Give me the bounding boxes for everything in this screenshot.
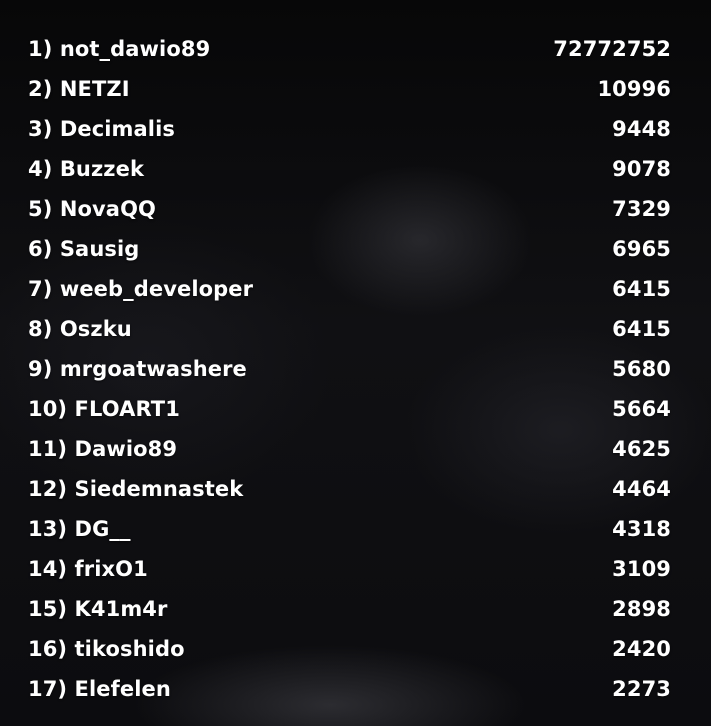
player-name: 15) K41m4r <box>28 597 168 621</box>
player-score: 72772752 <box>553 37 671 61</box>
player-score: 6415 <box>612 277 671 301</box>
player-name: 14) frixO1 <box>28 557 148 581</box>
player-name: 6) Sausig <box>28 237 140 261</box>
leaderboard-row: 17) Elefelen 2273 <box>28 669 671 709</box>
leaderboard-row: 2) NETZI 10996 <box>28 69 671 109</box>
player-score: 2420 <box>612 637 671 661</box>
player-name: 9) mrgoatwashere <box>28 357 247 381</box>
player-score: 9448 <box>612 117 671 141</box>
player-name: 8) Oszku <box>28 317 132 341</box>
player-name: 4) Buzzek <box>28 157 145 181</box>
leaderboard-row: 7) weeb_developer 6415 <box>28 269 671 309</box>
leaderboard-row: 10) FLOART1 5664 <box>28 389 671 429</box>
leaderboard: 1) not_dawio89 72772752 2) NETZI 10996 3… <box>28 29 671 709</box>
player-score: 4625 <box>612 437 671 461</box>
leaderboard-row: 9) mrgoatwashere 5680 <box>28 349 671 389</box>
leaderboard-row: 12) Siedemnastek 4464 <box>28 469 671 509</box>
player-score: 3109 <box>612 557 671 581</box>
leaderboard-row: 15) K41m4r 2898 <box>28 589 671 629</box>
player-name: 13) DG__ <box>28 517 131 541</box>
player-name: 11) Dawio89 <box>28 437 178 461</box>
player-score: 7329 <box>612 197 671 221</box>
leaderboard-row: 11) Dawio89 4625 <box>28 429 671 469</box>
player-score: 5680 <box>612 357 671 381</box>
leaderboard-row: 1) not_dawio89 72772752 <box>28 29 671 69</box>
player-name: 1) not_dawio89 <box>28 37 211 61</box>
player-score: 5664 <box>612 397 671 421</box>
leaderboard-row: 4) Buzzek 9078 <box>28 149 671 189</box>
player-score: 6415 <box>612 317 671 341</box>
leaderboard-row: 14) frixO1 3109 <box>28 549 671 589</box>
player-name: 10) FLOART1 <box>28 397 180 421</box>
leaderboard-row: 13) DG__ 4318 <box>28 509 671 549</box>
player-score: 4464 <box>612 477 671 501</box>
player-name: 2) NETZI <box>28 77 130 101</box>
player-name: 12) Siedemnastek <box>28 477 244 501</box>
leaderboard-row: 8) Oszku 6415 <box>28 309 671 349</box>
player-score: 2273 <box>612 677 671 701</box>
leaderboard-row: 16) tikoshido 2420 <box>28 629 671 669</box>
leaderboard-row: 6) Sausig 6965 <box>28 229 671 269</box>
player-score: 9078 <box>612 157 671 181</box>
player-score: 6965 <box>612 237 671 261</box>
player-name: 5) NovaQQ <box>28 197 156 221</box>
player-name: 16) tikoshido <box>28 637 185 661</box>
leaderboard-row: 3) Decimalis 9448 <box>28 109 671 149</box>
player-score: 4318 <box>612 517 671 541</box>
player-name: 17) Elefelen <box>28 677 171 701</box>
leaderboard-row: 5) NovaQQ 7329 <box>28 189 671 229</box>
player-score: 10996 <box>597 77 671 101</box>
player-name: 3) Decimalis <box>28 117 175 141</box>
player-score: 2898 <box>612 597 671 621</box>
player-name: 7) weeb_developer <box>28 277 254 301</box>
